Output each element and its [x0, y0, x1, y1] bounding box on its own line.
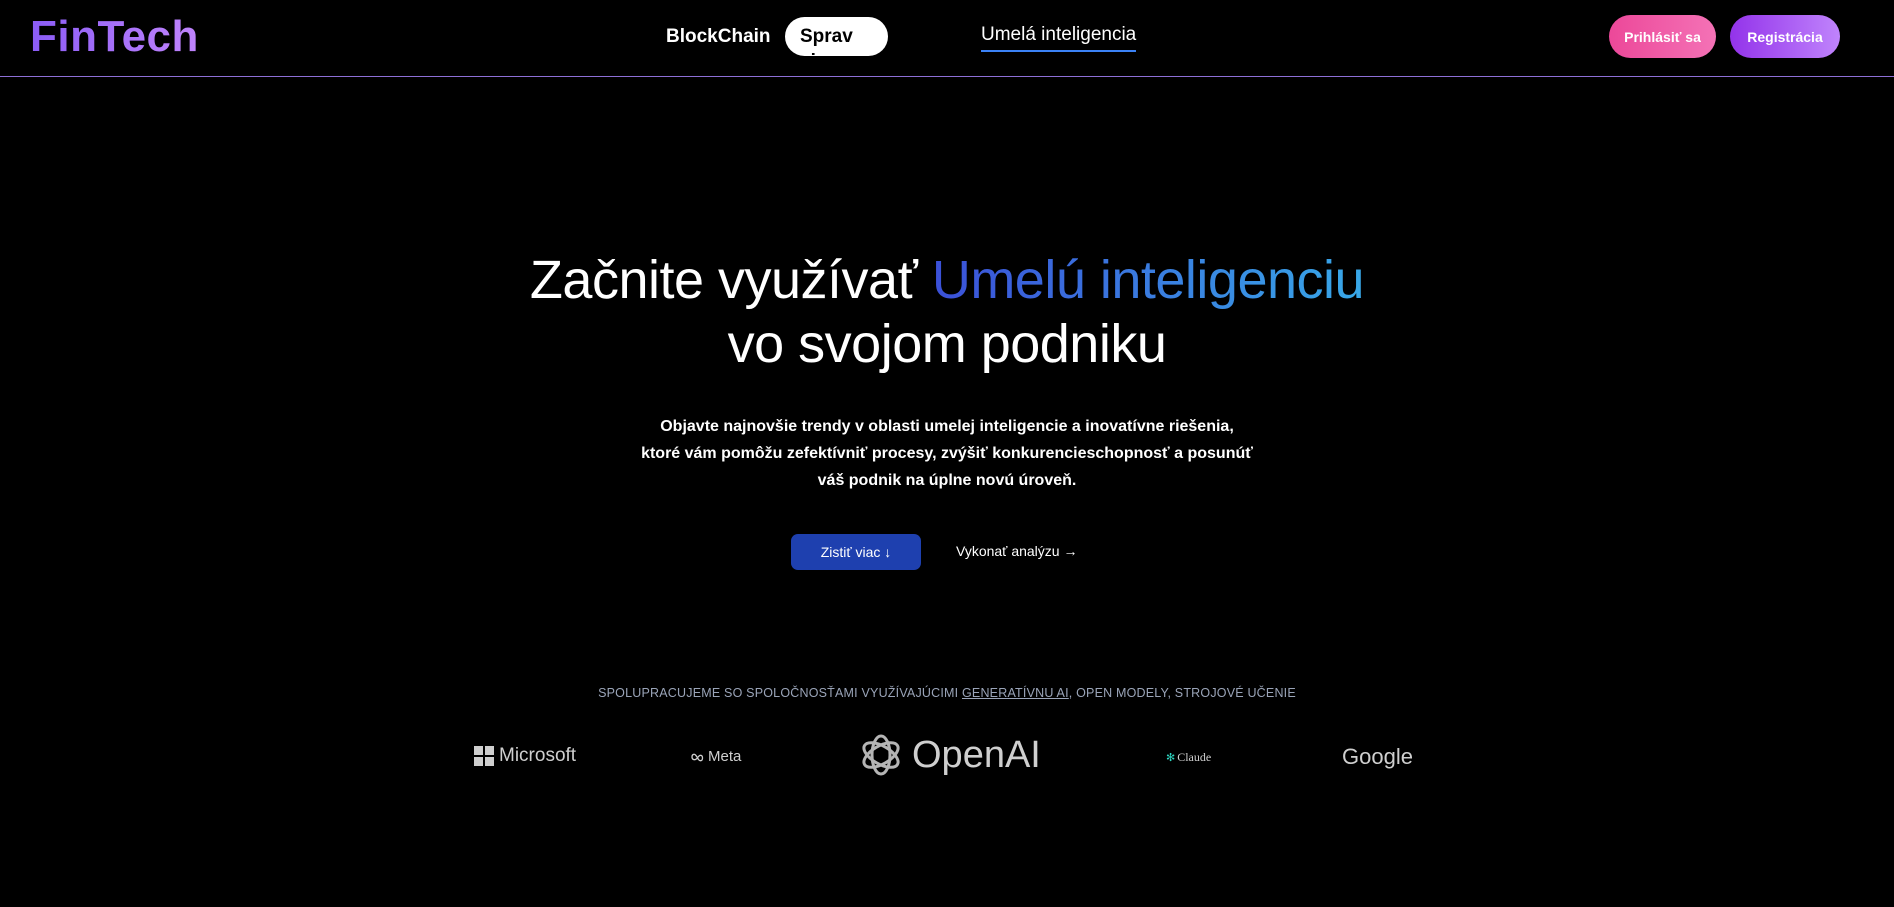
hero-title-highlight: Umelú inteligenciu [931, 250, 1365, 310]
register-button[interactable]: Registrácia [1730, 15, 1840, 58]
partners-caption-start: SPOLUPRACUJEME SO SPOLOČNOSŤAMI VYUŽÍVAJ… [598, 686, 962, 700]
google-logo: Google [1342, 744, 1413, 770]
google-logo-text: Google [1342, 744, 1413, 769]
run-analysis-link[interactable]: Vykonať analýzu → [956, 543, 1077, 559]
meta-infinity-icon [691, 753, 704, 761]
microsoft-logo: Microsoft [474, 745, 576, 767]
claude-logo: ✻ Claude [1166, 750, 1211, 765]
nav-ai-link[interactable]: Umelá inteligencia [981, 24, 1137, 52]
hero-subtitle: Objavte najnovšie trendy v oblasti umele… [641, 418, 1253, 489]
meta-logo-text: Meta [708, 748, 742, 765]
fintech-logo[interactable]: FinTech [30, 12, 199, 62]
hero-title-line2: vo svojom podniku [727, 314, 1167, 374]
partners-caption: SPOLUPRACUJEME SO SPOLOČNOSŤAMI VYUŽÍVAJ… [0, 686, 1894, 700]
openai-logo: OpenAI [856, 730, 1041, 780]
partners-caption-end: , OPEN MODELY, STROJOVÉ UČENIE [1068, 686, 1296, 700]
microsoft-logo-text: Microsoft [499, 745, 577, 766]
top-navigation-bar: FinTech BlockChain Sprav si Analyzu Umel… [0, 0, 1894, 97]
login-button[interactable]: Prihlásiť sa [1609, 15, 1716, 58]
hero-title: Začnite využívať Umelú inteligenciu vo s… [0, 248, 1894, 376]
meta-logo: Meta [690, 748, 741, 765]
openai-logo-text: OpenAI [912, 733, 1041, 776]
learn-more-button[interactable]: Zistiť viac ↓ [791, 534, 921, 570]
nav-analysis-link[interactable]: Sprav si Analyzu [785, 17, 888, 97]
claude-logo-text: Claude [1177, 750, 1212, 764]
hero-title-prefix: Začnite využívať [529, 250, 932, 310]
microsoft-squares-icon [474, 746, 494, 766]
nav-blockchain-link[interactable]: BlockChain [666, 26, 771, 48]
claude-burst-icon: ✻ [1166, 752, 1176, 764]
generative-ai-link[interactable]: GENERATÍVNU AI [962, 686, 1069, 700]
openai-knot-icon [862, 734, 900, 776]
